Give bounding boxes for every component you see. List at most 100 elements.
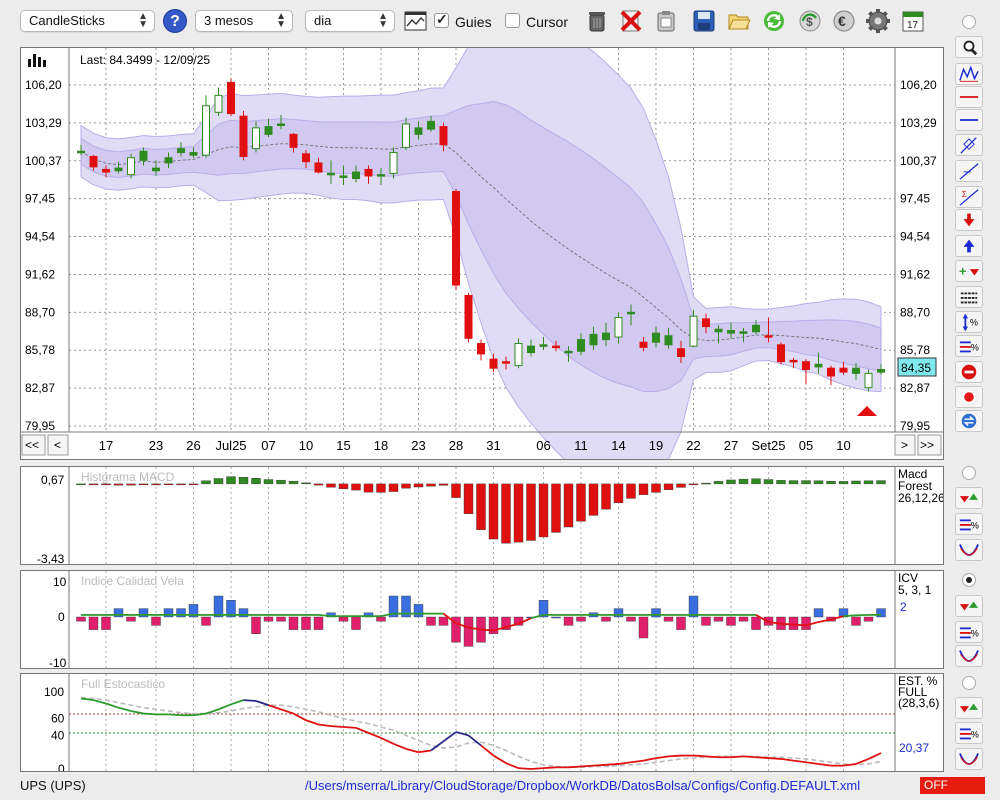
candle[interactable] [239,110,248,161]
macd-bar [826,480,836,485]
levels-percent-button[interactable]: % [955,335,983,357]
channel-icon [960,137,977,154]
price-chart[interactable]: Last: 84.3499 - 12/09/25 106,20103,29100… [21,10,943,487]
svg-text:%: % [971,521,979,531]
indicator-button[interactable] [955,63,983,85]
radio-macd[interactable] [962,466,976,480]
icv-signal-button[interactable] [955,595,983,617]
macd-curve-button[interactable] [955,539,983,561]
candle[interactable] [777,342,785,365]
delete-doc-icon[interactable] [619,9,643,33]
candle[interactable] [127,153,135,179]
fibonacci-button[interactable]: Σ [955,186,983,208]
stoch-signal-button[interactable] [955,697,983,719]
macd-panel[interactable]: Histgrama MACD 0,67 -3,43 Macd Forest 26… [20,466,945,566]
macd-bar [188,483,199,486]
svg-text:%: % [970,318,978,328]
swap-button[interactable] [955,410,983,432]
sync-dollar-icon[interactable]: $ [798,9,822,33]
calendar-day: 17 [907,20,919,31]
icv-bar [276,616,286,622]
macd-signal-button[interactable] [955,487,983,509]
stoch-panel[interactable]: Full Estocastico 100 60 40 0 EST. % FULL (2… [20,673,944,776]
icv-bar [751,616,761,630]
horizontal-line-blue-button[interactable] [955,109,983,131]
icv-panel[interactable]: Indice Calidad Vela 10 0 -10 ICV 5, 3, 1… [20,570,944,670]
icv-curve-button[interactable] [955,645,983,667]
candle[interactable] [227,78,235,117]
x-tick-label: 10 [836,438,850,453]
trend-line-button[interactable] [955,160,983,182]
icv-levels-button[interactable]: % [955,621,983,643]
stoch-k-segment [130,710,144,715]
guies-label: Guies [455,14,492,30]
candle[interactable] [214,87,223,117]
x-tick-label: 11 [574,438,588,453]
table-lines-button[interactable] [955,286,983,308]
clipboard-icon[interactable] [654,9,678,33]
macd-chart[interactable]: Histgrama MACD 0,67 -3,43 Macd Forest 26… [21,467,945,566]
no-entry-button[interactable] [955,361,983,383]
icv-bar [101,616,111,630]
euro-icon[interactable]: € [832,9,856,33]
icv-levels-icon: % [959,627,979,639]
stoch-curve-button[interactable] [955,748,983,770]
candle[interactable] [452,188,460,291]
nav-prev-label: < [54,438,61,452]
radio-icv[interactable] [962,573,976,587]
period-select[interactable]: 3 mesos ▲ ▼ [195,10,293,32]
macd-levels-button[interactable]: % [955,513,983,535]
candle[interactable] [202,95,210,158]
macd-curve-icon [959,544,979,556]
price-panel[interactable]: Last: 84.3499 - 12/09/25 106,20 103,29 100… [20,10,944,487]
stoch-chart[interactable]: Full Estocastico 10060400 EST. % FULL (2… [21,674,943,776]
candle[interactable] [477,339,485,361]
arrow-down-red-button[interactable] [955,209,983,231]
macd-bar [613,483,624,503]
icv-chart[interactable]: Indice Calidad Vela 10 0 -10 ICV 5, 3, 1… [21,571,943,670]
x-tick-label: 23 [411,438,425,453]
channel-button[interactable] [955,134,983,156]
calendar-icon[interactable]: 17 [901,9,925,33]
config-path[interactable]: /Users/mserra/Library/CloudStorage/Dropb… [305,778,860,793]
stoch-k-segment [467,734,482,747]
x-tick-label: 05 [799,438,813,453]
candle[interactable] [827,365,835,386]
save-icon[interactable] [692,9,716,33]
radio-stoch[interactable] [962,676,976,690]
candle[interactable] [464,292,473,343]
record-button[interactable] [955,386,983,408]
stoch-k-segment [618,761,632,765]
stoch-levels-button[interactable]: % [955,722,983,744]
stoch-k-segment [480,744,495,757]
macd-bar [601,483,611,510]
horizontal-line-red-button[interactable] [955,86,983,108]
cursor-checkbox[interactable] [505,13,520,28]
gear-icon[interactable] [866,9,890,33]
add-signal-button[interactable]: + [955,260,983,282]
off-indicator[interactable]: OFF [920,777,985,794]
icv-bar [488,616,499,634]
x-tick-label: 26 [186,438,200,453]
interval-select[interactable]: dia ▲ ▼ [305,10,395,32]
icv-signal-segment [780,622,794,626]
guies-checkbox[interactable] [434,11,449,28]
scale-percent-button[interactable]: % [955,311,983,333]
icv-y-top: 10 [53,575,67,589]
x-tick-label: 07 [261,438,275,453]
help-button[interactable]: ? [163,9,187,33]
chevron-updown-icon: ▲ ▼ [378,11,388,30]
chart-type-select[interactable]: CandleSticks ▲ ▼ [20,10,155,32]
open-folder-icon[interactable] [727,9,751,33]
record-icon [962,390,976,404]
chart-window-icon[interactable] [404,9,428,33]
arrow-up-blue-button[interactable] [955,235,983,257]
stoch-k-segment [805,761,819,765]
stoch-title: Full Estocastico [81,677,165,691]
icv-bar [413,604,424,618]
refresh-icon[interactable] [762,9,786,33]
radio-main[interactable] [962,15,976,29]
trash-icon[interactable] [585,9,609,33]
zoom-button[interactable] [955,36,983,58]
y-tick-label-right: 97,45 [900,192,930,206]
